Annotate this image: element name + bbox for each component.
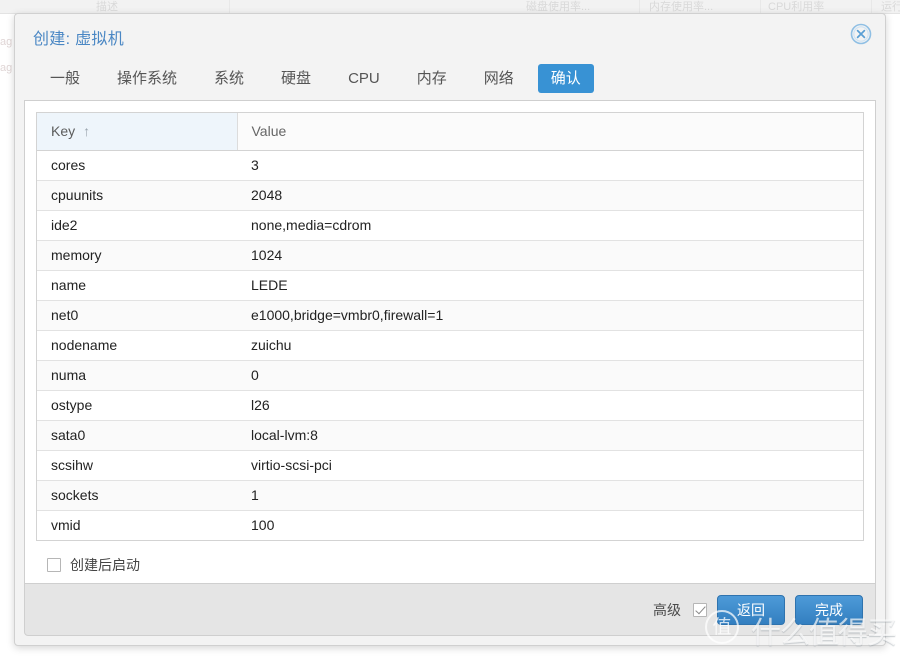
cell-value: l26 bbox=[237, 390, 863, 421]
background-grid-column: 内存使用率... bbox=[643, 0, 761, 14]
start-after-create-label: 创建后启动 bbox=[70, 557, 140, 573]
cell-key: numa bbox=[37, 360, 237, 391]
start-after-create-checkbox[interactable] bbox=[47, 558, 61, 572]
dialog-header: 创建: 虚拟机 bbox=[15, 14, 885, 56]
table-row[interactable]: net0 e1000,bridge=vmbr0,firewall=1 bbox=[37, 300, 863, 331]
table-row[interactable]: vmid 100 bbox=[37, 510, 863, 540]
cell-value: e1000,bridge=vmbr0,firewall=1 bbox=[237, 300, 863, 331]
dialog-tabbar: 一般 操作系统 系统 硬盘 CPU 内存 网络 确认 bbox=[15, 56, 885, 100]
table-row[interactable]: cores 3 bbox=[37, 150, 863, 181]
background-left-fragment-1: ag bbox=[0, 36, 13, 48]
dialog-title: 创建: 虚拟机 bbox=[33, 31, 124, 48]
tab-7[interactable]: 网络 bbox=[471, 64, 527, 93]
cell-key: vmid bbox=[37, 510, 237, 540]
tab-8[interactable]: 确认 bbox=[537, 63, 594, 93]
column-header-value-label: Value bbox=[251, 123, 287, 140]
background-grid-column: 磁盘使用率... bbox=[520, 0, 640, 14]
close-icon[interactable] bbox=[849, 22, 873, 46]
cell-key: scsihw bbox=[37, 450, 237, 481]
cell-key: cores bbox=[37, 150, 237, 181]
tab-1[interactable]: 一般 bbox=[37, 64, 93, 93]
confirm-settings-grid: Key ↑ Value cores 3 cpuunits 2048 ide2 none,me… bbox=[36, 112, 864, 541]
cell-value: 2048 bbox=[237, 180, 863, 211]
cell-key: memory bbox=[37, 240, 237, 271]
sort-ascending-icon: ↑ bbox=[83, 123, 91, 140]
table-row[interactable]: nodename zuichu bbox=[37, 330, 863, 361]
dialog-body: Key ↑ Value cores 3 cpuunits 2048 ide2 none,me… bbox=[24, 100, 876, 583]
table-row[interactable]: ide2 none,media=cdrom bbox=[37, 210, 863, 241]
table-row[interactable]: numa 0 bbox=[37, 360, 863, 391]
cell-value: virtio-scsi-pci bbox=[237, 450, 863, 481]
column-header-key[interactable]: Key ↑ bbox=[37, 113, 238, 151]
table-row[interactable]: ostype l26 bbox=[37, 390, 863, 421]
table-header-row: Key ↑ Value bbox=[37, 113, 863, 151]
cell-key: sata0 bbox=[37, 420, 237, 451]
cell-value: 0 bbox=[237, 360, 863, 391]
advanced-label: 高级 bbox=[653, 601, 681, 618]
background-grid-column: 描述 bbox=[90, 0, 230, 14]
table-row[interactable]: cpuunits 2048 bbox=[37, 180, 863, 211]
back-button[interactable]: 返回 bbox=[717, 594, 785, 625]
cell-key: nodename bbox=[37, 330, 237, 361]
cell-value: zuichu bbox=[237, 330, 863, 361]
tab-4[interactable]: 硬盘 bbox=[268, 64, 324, 93]
table-row[interactable]: scsihw virtio-scsi-pci bbox=[37, 450, 863, 481]
background-left-fragment-2: ag bbox=[0, 62, 13, 74]
background-grid-column: CPU利用率 bbox=[762, 0, 872, 14]
dialog-footer: 高级 返回 完成 bbox=[24, 583, 876, 636]
background-grid-header: 描述 磁盘使用率...内存使用率...CPU利用率运行时间 bbox=[0, 0, 900, 14]
column-header-value[interactable]: Value bbox=[237, 113, 863, 151]
finish-button[interactable]: 完成 bbox=[795, 594, 863, 625]
cell-key: net0 bbox=[37, 300, 237, 331]
tab-2[interactable]: 操作系统 bbox=[104, 64, 190, 93]
cell-key: sockets bbox=[37, 480, 237, 511]
cell-key: ostype bbox=[37, 390, 237, 421]
settings-table-body: cores 3 cpuunits 2048 ide2 none,media=cdrom me… bbox=[37, 150, 863, 540]
start-after-create-row: 创建后启动 bbox=[25, 541, 875, 575]
advanced-checkbox[interactable] bbox=[693, 602, 707, 617]
tab-5[interactable]: CPU bbox=[335, 64, 393, 93]
background-grid-column: 运行时间 bbox=[875, 0, 900, 14]
cell-value: 1 bbox=[237, 480, 863, 511]
table-row[interactable]: name LEDE bbox=[37, 270, 863, 301]
cell-value: LEDE bbox=[237, 270, 863, 301]
tab-3[interactable]: 系统 bbox=[201, 64, 257, 93]
cell-value: local-lvm:8 bbox=[237, 420, 863, 451]
column-header-key-label: Key bbox=[51, 123, 76, 140]
table-row[interactable]: sockets 1 bbox=[37, 480, 863, 511]
table-row[interactable]: memory 1024 bbox=[37, 240, 863, 271]
cell-key: ide2 bbox=[37, 210, 237, 241]
close-circle-icon bbox=[850, 23, 872, 45]
settings-table: Key ↑ Value cores 3 cpuunits 2048 ide2 none,me… bbox=[37, 113, 863, 540]
tab-6[interactable]: 内存 bbox=[404, 64, 460, 93]
create-vm-dialog: 创建: 虚拟机 一般操作系统系统硬盘 CPU 内存网络确认 Key ↑ bbox=[14, 13, 886, 646]
cell-value: 1024 bbox=[237, 240, 863, 271]
cell-value: none,media=cdrom bbox=[237, 210, 863, 241]
cell-value: 100 bbox=[237, 510, 863, 540]
cell-key: cpuunits bbox=[37, 180, 237, 211]
cell-key: name bbox=[37, 270, 237, 301]
cell-value: 3 bbox=[237, 150, 863, 181]
table-row[interactable]: sata0 local-lvm:8 bbox=[37, 420, 863, 451]
